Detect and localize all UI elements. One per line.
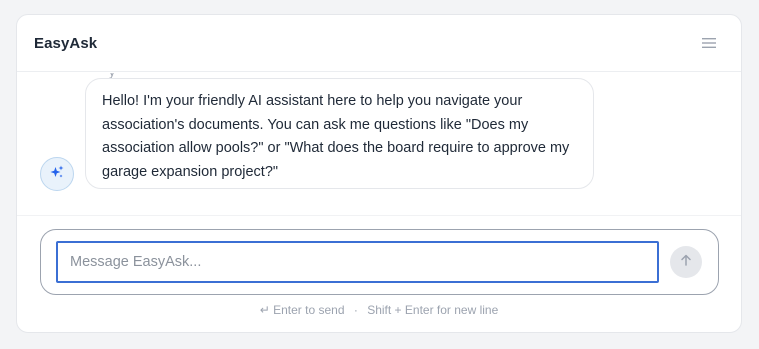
message-composer <box>40 229 719 295</box>
assistant-avatar <box>40 157 74 191</box>
enter-hint-text: Enter to send <box>273 303 345 317</box>
chat-header: EasyAsk <box>17 15 741 72</box>
keyboard-hint: ↵ Enter to send · Shift + Enter for new … <box>17 303 741 317</box>
chat-panel: EasyAsk y Hello! I'm your friendly AI as… <box>16 14 742 333</box>
enter-key-icon: ↵ <box>259 303 270 317</box>
send-button[interactable] <box>670 246 702 278</box>
sparkle-icon <box>49 164 65 185</box>
hamburger-menu-icon[interactable] <box>699 33 719 53</box>
hint-separator: · <box>353 303 358 317</box>
message-list[interactable]: y Hello! I'm your friendly AI assistant … <box>17 73 741 216</box>
arrow-up-icon <box>679 253 693 272</box>
app-title: EasyAsk <box>34 34 98 52</box>
assistant-message-bubble: Hello! I'm your friendly AI assistant he… <box>85 78 594 189</box>
shift-enter-hint-text: Shift + Enter for new line <box>367 303 499 317</box>
message-input[interactable] <box>56 241 659 283</box>
